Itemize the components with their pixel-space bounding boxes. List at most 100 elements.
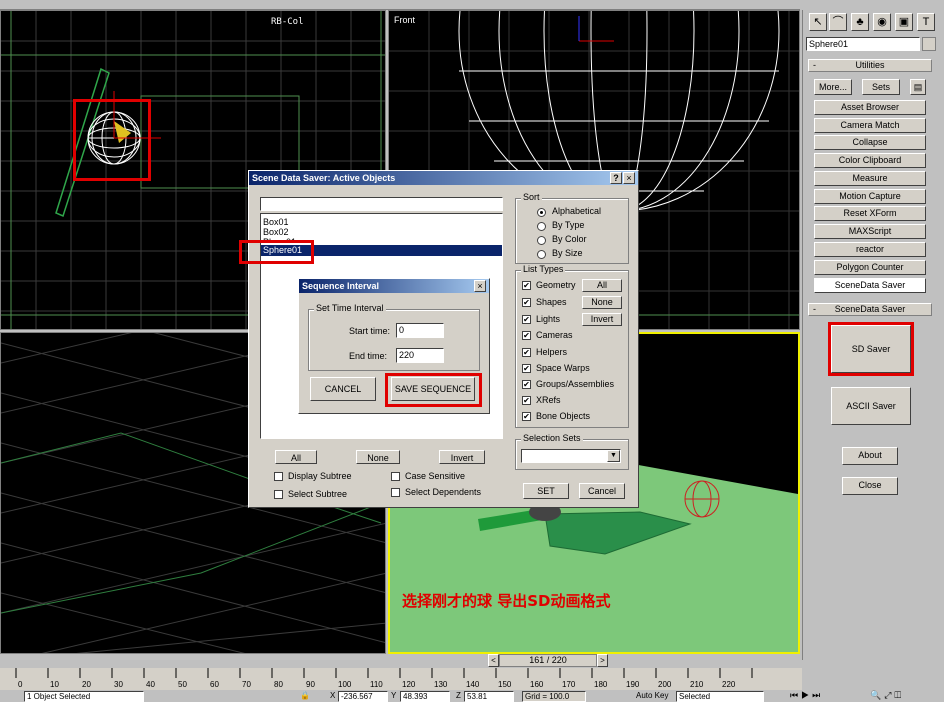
track-tick-label: 100 bbox=[338, 680, 352, 689]
y-coord-field[interactable]: 48.393 bbox=[400, 691, 450, 702]
z-coord-label: Z bbox=[456, 691, 461, 700]
utility-reset-xform[interactable]: Reset XForm bbox=[814, 206, 926, 221]
space-warps-checkbox[interactable]: ✔ bbox=[522, 364, 531, 373]
cameras-checkbox[interactable]: ✔ bbox=[522, 331, 531, 340]
utility-scenedata-saver[interactable]: SceneData Saver bbox=[814, 278, 926, 293]
sort-by-size-radio[interactable] bbox=[537, 250, 546, 259]
ascii-saver-button[interactable]: ASCII Saver bbox=[831, 387, 911, 425]
utility-motion-capture[interactable]: Motion Capture bbox=[814, 189, 926, 204]
viewport-front-label[interactable]: Front bbox=[394, 15, 415, 25]
z-coord-field[interactable]: 53.81 bbox=[464, 691, 514, 702]
sequence-cancel-button[interactable]: CANCEL bbox=[310, 377, 376, 401]
none-button[interactable]: None bbox=[356, 450, 400, 464]
list-types-group: List Types ✔ Geometry ✔ Shapes ✔ Lights … bbox=[515, 264, 629, 428]
display-subtree-label: Display Subtree bbox=[288, 471, 352, 481]
bone-objects-checkbox[interactable]: ✔ bbox=[522, 412, 531, 421]
track-tick-label: 130 bbox=[434, 680, 448, 689]
track-tick-label: 150 bbox=[498, 680, 512, 689]
dialog-title: Scene Data Saver: Active Objects bbox=[249, 171, 638, 185]
shapes-checkbox[interactable]: ✔ bbox=[522, 298, 531, 307]
sort-by-type-radio[interactable] bbox=[537, 222, 546, 231]
hierarchy-tab-icon[interactable]: ♣ bbox=[851, 13, 869, 31]
sort-alphabetical-radio[interactable] bbox=[537, 208, 546, 217]
help-button[interactable]: ? bbox=[610, 172, 622, 184]
sequence-close-button[interactable]: × bbox=[474, 280, 486, 292]
utility-asset-browser[interactable]: Asset Browser bbox=[814, 100, 926, 115]
end-time-input[interactable]: 220 bbox=[396, 348, 444, 363]
x-coord-field[interactable]: -236.567 bbox=[338, 691, 388, 702]
utility-measure[interactable]: Measure bbox=[814, 171, 926, 186]
groups-checkbox[interactable]: ✔ bbox=[522, 380, 531, 389]
track-tick-label: 110 bbox=[370, 680, 383, 689]
time-slider-counter[interactable]: 161 / 220 bbox=[499, 654, 597, 667]
highlight-save-sequence bbox=[385, 373, 482, 407]
track-tick-label: 0 bbox=[18, 680, 23, 689]
object-color-swatch[interactable] bbox=[922, 37, 936, 51]
xrefs-checkbox[interactable]: ✔ bbox=[522, 396, 531, 405]
utility-reactor[interactable]: reactor bbox=[814, 242, 926, 257]
viewport-top-label[interactable]: RB-Col bbox=[271, 17, 304, 27]
close-panel-button[interactable]: Close bbox=[842, 477, 898, 495]
helpers-checkbox[interactable]: ✔ bbox=[522, 348, 531, 357]
utility-maxscript[interactable]: MAXScript bbox=[814, 224, 926, 239]
viewport-nav-icons[interactable]: 🔍⤢◫ bbox=[870, 690, 904, 701]
motion-tab-icon[interactable]: ◉ bbox=[873, 13, 891, 31]
lock-icon[interactable]: 🔒 bbox=[300, 691, 310, 700]
modify-tab-icon[interactable]: ⌒ bbox=[829, 13, 847, 31]
list-types-invert-button[interactable]: Invert bbox=[582, 313, 622, 326]
display-tab-icon[interactable]: ▣ bbox=[895, 13, 913, 31]
scenedata-rollout-header[interactable]: - SceneData Saver bbox=[808, 303, 932, 316]
track-tick-label: 80 bbox=[274, 680, 283, 689]
selection-sets-dropdown[interactable] bbox=[521, 449, 621, 463]
track-tick-label: 120 bbox=[402, 680, 416, 689]
configure-sets-icon[interactable]: ▤ bbox=[910, 79, 926, 95]
chevron-down-icon[interactable]: ▼ bbox=[607, 450, 620, 462]
track-tick-label: 40 bbox=[146, 680, 155, 689]
object-name-field[interactable]: Sphere01 bbox=[806, 37, 920, 51]
case-sensitive-checkbox[interactable] bbox=[391, 472, 400, 481]
invert-button[interactable]: Invert bbox=[439, 450, 485, 464]
list-types-all-button[interactable]: All bbox=[582, 279, 622, 292]
start-time-input[interactable]: 0 bbox=[396, 323, 444, 338]
utility-polygon-counter[interactable]: Polygon Counter bbox=[814, 260, 926, 275]
playback-controls-icon[interactable]: ⏮▶⏭ bbox=[790, 690, 823, 701]
utilities-tab-icon[interactable]: T bbox=[917, 13, 935, 31]
sort-by-color-label: By Color bbox=[552, 234, 587, 244]
sets-button[interactable]: Sets bbox=[862, 79, 900, 95]
utility-camera-match[interactable]: Camera Match bbox=[814, 118, 926, 133]
utility-color-clipboard[interactable]: Color Clipboard bbox=[814, 153, 926, 168]
dialog-cancel-button[interactable]: Cancel bbox=[579, 483, 625, 499]
sort-by-color-radio[interactable] bbox=[537, 236, 546, 245]
geometry-label: Geometry bbox=[536, 280, 576, 290]
set-button[interactable]: SET bbox=[523, 483, 569, 499]
utility-collapse[interactable]: Collapse bbox=[814, 135, 926, 150]
display-subtree-checkbox[interactable] bbox=[274, 472, 283, 481]
track-tick-label: 220 bbox=[722, 680, 736, 689]
time-interval-group: Set Time Interval Start time: 0 End time… bbox=[308, 303, 480, 371]
track-bar[interactable]: 0 10 20 30 40 50 60 70 80 90 100 110 120 130 140 150 160… bbox=[0, 668, 802, 690]
prev-frame-icon[interactable]: < bbox=[488, 654, 499, 667]
key-filter-dropdown[interactable]: Selected bbox=[676, 691, 764, 702]
select-dependents-checkbox[interactable] bbox=[391, 488, 400, 497]
about-button[interactable]: About bbox=[842, 447, 898, 465]
select-subtree-checkbox[interactable] bbox=[274, 490, 283, 499]
utilities-rollout-header[interactable]: - Utilities bbox=[808, 59, 932, 72]
sort-group: Sort Alphabetical By Type By Color By Si… bbox=[515, 192, 629, 264]
select-subtree-label: Select Subtree bbox=[288, 489, 348, 499]
lights-checkbox[interactable]: ✔ bbox=[522, 315, 531, 324]
sequence-dialog-title: Sequence Interval bbox=[299, 279, 489, 293]
create-tab-icon[interactable]: ↖ bbox=[809, 13, 827, 31]
geometry-checkbox[interactable]: ✔ bbox=[522, 281, 531, 290]
next-frame-icon[interactable]: > bbox=[597, 654, 608, 667]
track-tick-label: 200 bbox=[658, 680, 672, 689]
dialog-close-button[interactable]: × bbox=[623, 172, 635, 184]
object-filter-input[interactable] bbox=[260, 197, 503, 211]
auto-key-button[interactable]: Auto Key bbox=[636, 691, 668, 700]
all-button[interactable]: All bbox=[275, 450, 317, 464]
status-bar: 1 Object Selected 🔒 X -236.567 Y 48.393 … bbox=[0, 690, 944, 702]
more-button[interactable]: More... bbox=[814, 79, 852, 95]
y-coord-label: Y bbox=[391, 691, 397, 700]
highlight-sphere-top bbox=[73, 99, 151, 181]
list-types-none-button[interactable]: None bbox=[582, 296, 622, 309]
track-tick-label: 50 bbox=[178, 680, 187, 689]
